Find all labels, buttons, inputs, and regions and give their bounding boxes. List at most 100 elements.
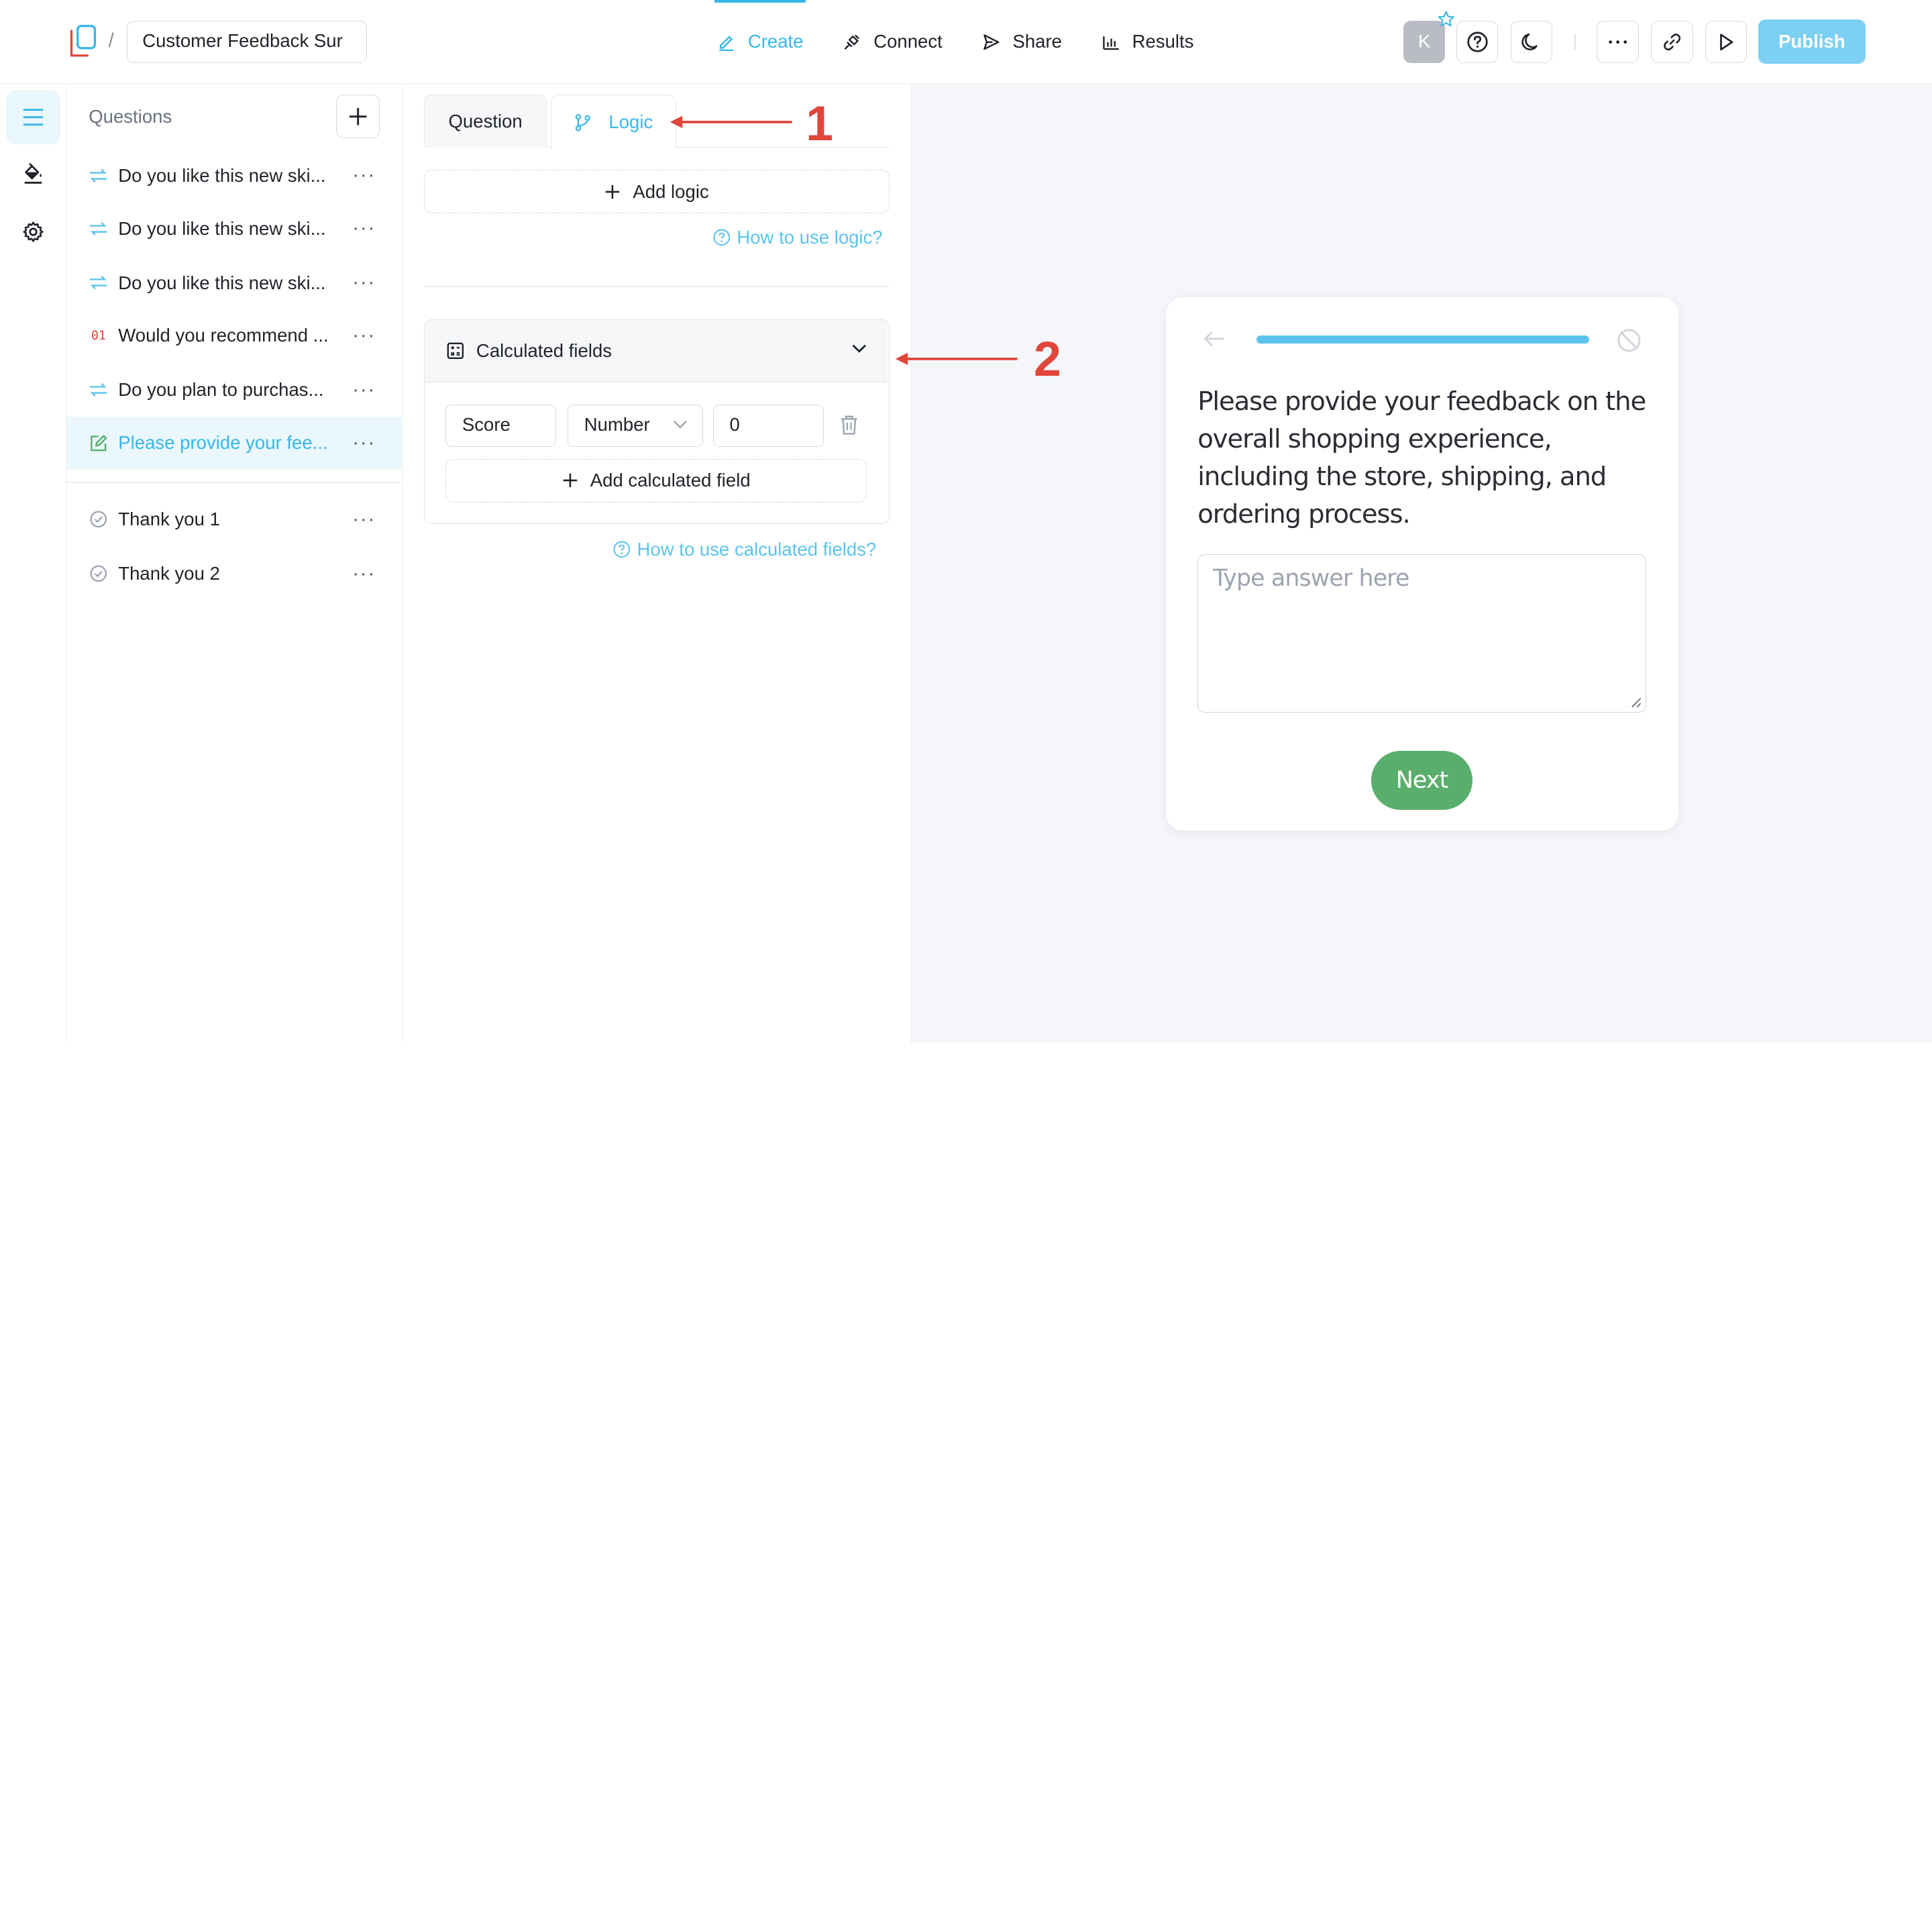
question-item[interactable]: Do you like this new ski... ··· — [66, 256, 402, 309]
plus-icon — [563, 474, 577, 488]
calculated-fields-header[interactable]: Calculated fields — [424, 319, 888, 383]
long-text-icon — [89, 433, 108, 453]
question-item[interactable]: 01 Would you recommend ... ··· — [66, 309, 402, 362]
resize-handle-icon[interactable] — [1631, 697, 1642, 709]
question-item-label: Do you like this new ski... — [118, 164, 326, 186]
question-more-button[interactable]: ··· — [352, 271, 376, 294]
preview-question-text: Please provide your feedback on the over… — [1197, 386, 1646, 530]
check-circle-icon — [89, 564, 108, 583]
nav-create[interactable]: Create — [698, 0, 823, 84]
top-bar: / Customer Feedback Sur Create Connect S… — [0, 0, 1932, 84]
rail-theme-button[interactable] — [6, 147, 60, 201]
answer-textarea[interactable]: Type answer here — [1197, 554, 1646, 713]
ending-more-button[interactable]: ··· — [352, 562, 376, 585]
survey-title-input[interactable]: Customer Feedback Sur — [127, 21, 368, 63]
question-item-active[interactable]: Please provide your fee... ··· — [66, 416, 402, 470]
play-icon — [1720, 34, 1733, 50]
tab-logic-label: Logic — [608, 111, 653, 133]
calculator-icon — [447, 342, 464, 360]
question-item[interactable]: Do you like this new ski... ··· — [66, 149, 402, 202]
chevron-down-icon[interactable] — [851, 342, 868, 354]
help-logic-link[interactable]: How to use logic? — [712, 227, 883, 248]
more-options-button[interactable] — [1597, 21, 1639, 63]
star-icon — [1438, 11, 1454, 26]
question-item[interactable]: Do you like this new ski... ··· — [66, 202, 402, 255]
question-item-label: Would you recommend ... — [118, 325, 329, 346]
pencil-icon — [719, 35, 734, 51]
bar-chart-icon — [1102, 36, 1119, 50]
question-item[interactable]: Do you plan to purchas... ··· — [66, 364, 402, 417]
logic-panel: Question Logic Add logic How to use logi… — [403, 83, 912, 1043]
annotation-number-1: 1 — [806, 95, 834, 152]
nav-connect[interactable]: Connect — [823, 0, 962, 84]
main-nav: Create Connect Share Results — [698, 0, 1214, 84]
question-circle-icon — [613, 541, 630, 558]
nav-share[interactable]: Share — [962, 0, 1081, 84]
publish-button[interactable]: Publish — [1758, 19, 1866, 64]
add-question-button[interactable] — [336, 95, 380, 138]
add-logic-button[interactable]: Add logic — [423, 170, 890, 213]
progress-bar-fill — [1256, 335, 1590, 344]
plus-icon — [605, 185, 620, 199]
more-horizontal-icon — [1609, 40, 1627, 44]
question-item-label: Do you like this new ski... — [118, 272, 326, 293]
ending-item[interactable]: Thank you 2 ··· — [66, 547, 402, 600]
toolbar-divider — [1574, 33, 1576, 51]
questions-panel: Questions Do you like this new ski... ··… — [66, 83, 403, 1043]
help-button[interactable] — [1456, 21, 1499, 63]
help-calculated-fields-label: How to use calculated fields? — [637, 538, 877, 560]
nav-share-label: Share — [1012, 31, 1062, 52]
trash-icon[interactable] — [840, 415, 859, 435]
annotation-number-2: 2 — [1033, 331, 1061, 387]
link-icon — [1663, 34, 1680, 50]
calc-field-name-input[interactable]: Score — [445, 405, 557, 447]
copy-link-button[interactable] — [1651, 21, 1693, 63]
check-circle-icon — [89, 509, 108, 529]
add-calculated-field-button[interactable]: Add calculated field — [445, 459, 867, 503]
calc-field-type-select[interactable]: Number — [567, 405, 703, 447]
chevron-down-icon — [673, 420, 687, 429]
yes-no-icon — [89, 219, 108, 238]
nav-results[interactable]: Results — [1081, 0, 1214, 84]
menu-list-icon — [23, 108, 44, 125]
next-button[interactable]: Next — [1371, 750, 1472, 810]
question-more-button[interactable]: ··· — [352, 164, 376, 187]
rail-questions-button[interactable] — [6, 90, 60, 144]
tab-question[interactable]: Question — [423, 95, 547, 148]
progress-bar — [1256, 335, 1590, 344]
preview-card: Please provide your feedback on the over… — [1165, 297, 1678, 831]
preview-play-button[interactable] — [1705, 21, 1748, 63]
nav-connect-label: Connect — [873, 31, 943, 52]
nav-results-label: Results — [1132, 31, 1194, 52]
dark-mode-button[interactable] — [1510, 21, 1553, 63]
breadcrumb-separator: / — [108, 30, 114, 52]
ending-item-label: Thank you 2 — [118, 562, 220, 584]
add-calculated-field-label: Add calculated field — [590, 470, 751, 491]
ending-item[interactable]: Thank you 1 ··· — [66, 493, 402, 546]
rail-settings-button[interactable] — [6, 205, 60, 259]
app-logo-icon[interactable] — [68, 23, 100, 58]
calc-field-value-input[interactable]: 0 — [712, 405, 824, 447]
ban-icon[interactable] — [1617, 328, 1642, 353]
tab-logic[interactable]: Logic — [550, 95, 677, 150]
ending-more-button[interactable]: ··· — [352, 508, 376, 531]
question-more-button[interactable]: ··· — [352, 378, 376, 401]
question-item-label: Do you plan to purchas... — [118, 379, 324, 401]
section-divider — [423, 286, 890, 287]
nav-create-label: Create — [747, 31, 804, 52]
arrow-left-icon[interactable] — [1203, 330, 1225, 348]
question-item-label: Please provide your fee... — [118, 432, 328, 454]
yes-no-icon — [89, 380, 108, 400]
add-logic-label: Add logic — [633, 180, 709, 202]
question-more-button[interactable]: ··· — [352, 431, 376, 454]
opinion-scale-icon: 01 — [91, 328, 106, 343]
question-more-button[interactable]: ··· — [352, 217, 376, 240]
paint-bucket-icon — [24, 163, 42, 185]
preview-area: Please provide your feedback on the over… — [912, 83, 1932, 1043]
question-more-button[interactable]: ··· — [352, 324, 376, 347]
questions-divider — [66, 482, 402, 483]
branch-icon — [575, 113, 590, 132]
question-circle-icon — [712, 229, 730, 246]
annotation-arrow-2 — [896, 352, 1018, 365]
help-calculated-fields-link[interactable]: How to use calculated fields? — [612, 538, 877, 560]
